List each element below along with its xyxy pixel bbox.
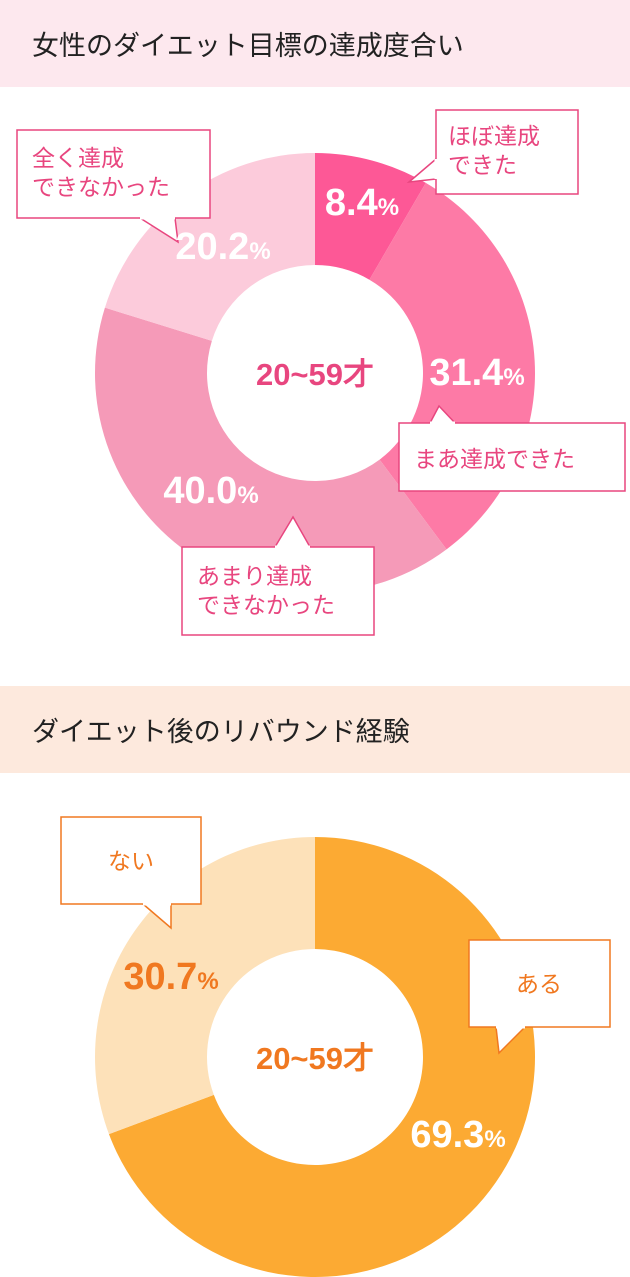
- callout-label: できた: [448, 153, 517, 179]
- donut-chart-goal: 20~59才ほぼ達成できた8.4%まあ達成できた31.4%あまり達成できなかった…: [16, 109, 626, 636]
- chart-title-rebound-text: ダイエット後のリバウンド経験: [32, 717, 410, 748]
- chart-title-rebound: ダイエット後のリバウンド経験: [0, 686, 630, 773]
- callout-slice-0: ほぼ達成できた: [406, 109, 579, 195]
- chart-title-goal-text: 女性のダイエット目標の達成度合い: [32, 31, 464, 62]
- callout-label: あまり達成: [197, 564, 312, 590]
- donut-chart-rebound: 20~59才ある69.3%ない30.7%: [60, 816, 611, 1277]
- callout-label: できなかった: [32, 175, 170, 201]
- center-label: 20~59才: [256, 357, 374, 392]
- chart-title-goal: 女性のダイエット目標の達成度合い: [0, 0, 630, 87]
- callout-label: ない: [108, 849, 154, 875]
- center-label: 20~59才: [256, 1041, 374, 1076]
- callout-label: できなかった: [197, 593, 335, 619]
- callout-label: 全く達成: [32, 146, 124, 172]
- callout-label: ほぼ達成: [448, 124, 540, 150]
- callout-label: まあ達成できた: [414, 447, 575, 473]
- callout-label: ある: [516, 972, 562, 998]
